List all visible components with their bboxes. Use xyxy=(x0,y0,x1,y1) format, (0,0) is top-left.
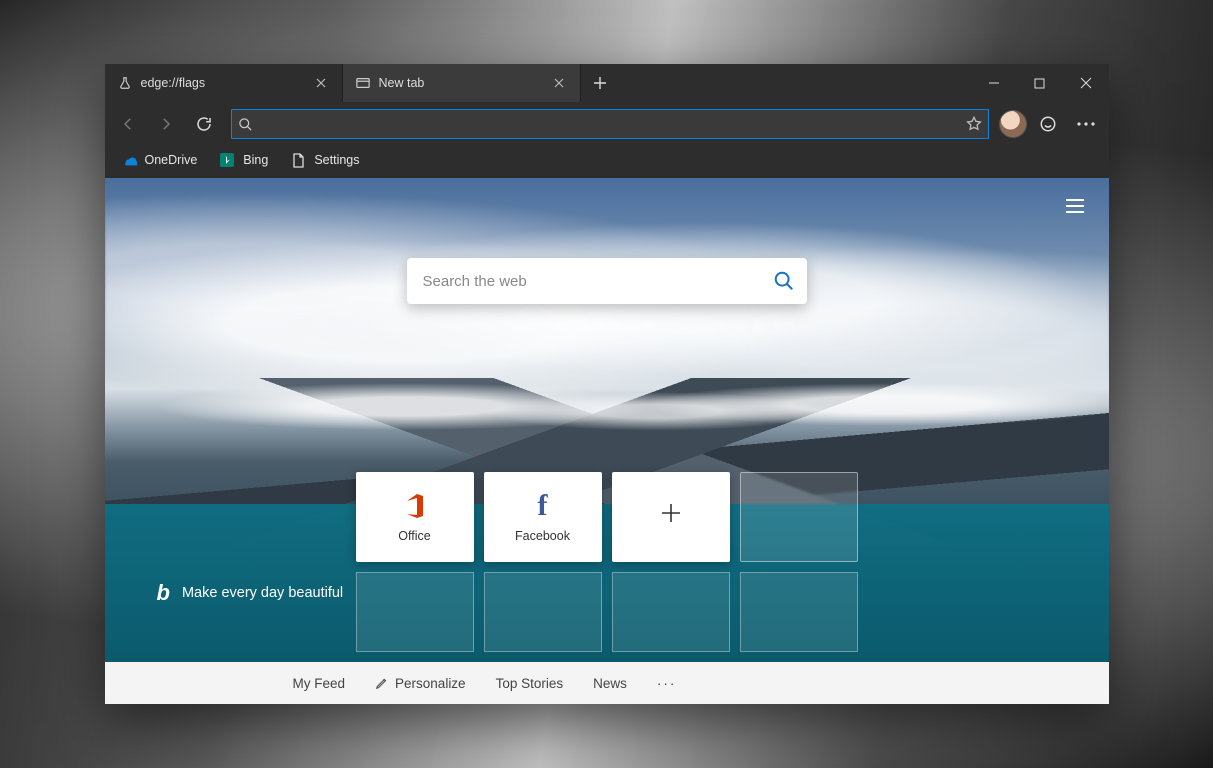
new-tab-button[interactable] xyxy=(581,64,619,102)
feed-bar: My Feed Personalize Top Stories News ··· xyxy=(105,662,1109,704)
bing-icon xyxy=(219,152,235,168)
back-button[interactable] xyxy=(111,107,145,141)
settings-doc-icon xyxy=(290,152,306,168)
quick-links-row-2 xyxy=(356,572,858,652)
favorite-label: OneDrive xyxy=(145,153,198,167)
refresh-button[interactable] xyxy=(187,107,221,141)
titlebar: edge://flags New tab xyxy=(105,64,1109,102)
favorite-settings[interactable]: Settings xyxy=(280,148,369,172)
tile-label: Facebook xyxy=(515,529,570,543)
feed-topstories[interactable]: Top Stories xyxy=(496,676,564,691)
feed-personalize[interactable]: Personalize xyxy=(375,676,466,691)
newtab-page-icon xyxy=(355,75,371,91)
tab-label: edge://flags xyxy=(141,76,302,90)
favorite-onedrive[interactable]: OneDrive xyxy=(111,148,208,172)
close-window-button[interactable] xyxy=(1063,64,1109,102)
tile-placeholder[interactable] xyxy=(740,472,858,562)
tile-facebook[interactable]: f Facebook xyxy=(484,472,602,562)
feedback-smiley-button[interactable] xyxy=(1031,107,1065,141)
favorites-bar: OneDrive Bing Settings xyxy=(105,146,1109,178)
tab-flags[interactable]: edge://flags xyxy=(105,64,343,102)
settings-menu-button[interactable] xyxy=(1069,107,1103,141)
tile-placeholder[interactable] xyxy=(612,572,730,652)
profile-avatar[interactable] xyxy=(999,110,1027,138)
favorite-label: Bing xyxy=(243,153,268,167)
tab-strip: edge://flags New tab xyxy=(105,64,581,102)
bing-logo-icon: b xyxy=(157,580,170,606)
feed-myfeed[interactable]: My Feed xyxy=(293,676,346,691)
tile-label: Office xyxy=(398,529,430,543)
bing-tagline[interactable]: b Make every day beautiful xyxy=(157,580,344,606)
window-controls xyxy=(971,64,1109,102)
web-search-box[interactable] xyxy=(407,258,807,304)
close-tab-button[interactable] xyxy=(548,72,570,94)
browser-window: edge://flags New tab xyxy=(105,64,1109,704)
newtab-content: Office f Facebook b Make every day beaut… xyxy=(105,178,1109,704)
toolbar xyxy=(105,102,1109,146)
feed-news[interactable]: News xyxy=(593,676,627,691)
address-input[interactable] xyxy=(261,117,958,132)
favorite-bing[interactable]: Bing xyxy=(209,148,278,172)
minimize-button[interactable] xyxy=(971,64,1017,102)
tile-placeholder[interactable] xyxy=(484,572,602,652)
forward-button[interactable] xyxy=(149,107,183,141)
tile-office[interactable]: Office xyxy=(356,472,474,562)
tile-placeholder[interactable] xyxy=(740,572,858,652)
bing-tagline-text: Make every day beautiful xyxy=(182,585,343,601)
office-icon xyxy=(403,491,427,521)
close-tab-button[interactable] xyxy=(310,72,332,94)
tile-placeholder[interactable] xyxy=(356,572,474,652)
plus-icon xyxy=(660,498,682,528)
tab-label: New tab xyxy=(379,76,540,90)
facebook-icon: f xyxy=(538,491,548,521)
search-icon xyxy=(238,117,253,132)
quick-links-row: Office f Facebook xyxy=(356,472,858,562)
tab-newtab[interactable]: New tab xyxy=(343,64,581,102)
web-search-input[interactable] xyxy=(423,273,763,290)
onedrive-icon xyxy=(121,152,137,168)
address-bar[interactable] xyxy=(231,109,989,139)
favorite-star-icon[interactable] xyxy=(966,116,982,132)
page-settings-button[interactable] xyxy=(1061,192,1089,220)
search-submit-icon[interactable] xyxy=(773,270,795,292)
flask-icon xyxy=(117,75,133,91)
pencil-icon xyxy=(375,676,389,690)
tile-add[interactable] xyxy=(612,472,730,562)
feed-more[interactable]: ··· xyxy=(657,676,677,691)
maximize-button[interactable] xyxy=(1017,64,1063,102)
favorite-label: Settings xyxy=(314,153,359,167)
